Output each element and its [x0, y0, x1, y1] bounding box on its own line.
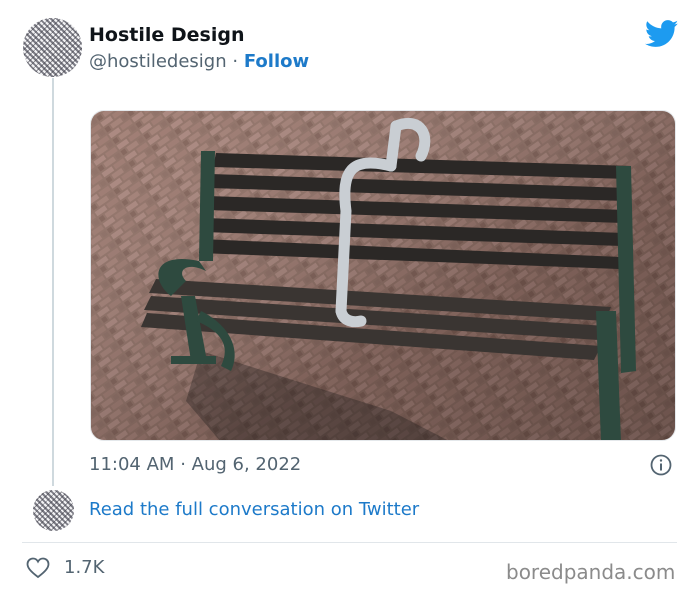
tweet-date[interactable]: Aug 6, 2022 [192, 454, 302, 475]
thread-connector-line [52, 78, 54, 486]
twitter-bird-icon[interactable] [645, 20, 679, 48]
tweet-timestamp[interactable]: 11:04 AM · Aug 6, 2022 [89, 454, 301, 475]
author-avatar[interactable] [23, 18, 82, 77]
read-full-conversation-link[interactable]: Read the full conversation on Twitter [89, 499, 419, 520]
author-handle[interactable]: @hostiledesign [89, 51, 227, 72]
tweet-time[interactable]: 11:04 AM [89, 454, 174, 475]
bench-photo-illustration [91, 111, 675, 440]
timestamp-separator: · [180, 454, 186, 475]
info-icon[interactable] [650, 454, 672, 476]
follow-button[interactable]: Follow [244, 51, 309, 72]
tweet-photo[interactable] [90, 110, 676, 441]
heart-icon[interactable] [26, 557, 50, 579]
reply-avatar[interactable] [33, 490, 74, 531]
author-name[interactable]: Hostile Design [89, 24, 244, 46]
source-watermark: boredpanda.com [506, 560, 676, 584]
handle-separator: · [232, 51, 239, 72]
author-handle-row: @hostiledesign · Follow [89, 51, 309, 72]
like-count[interactable]: 1.7K [64, 557, 104, 578]
divider [22, 542, 677, 543]
